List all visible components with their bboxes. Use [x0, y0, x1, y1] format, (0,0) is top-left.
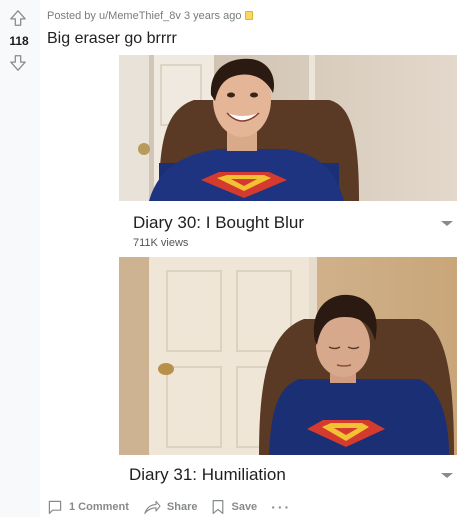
more-icon[interactable]: ··· [271, 500, 291, 514]
save-button[interactable]: Save [211, 499, 257, 515]
comments-button[interactable]: 1 Comment [47, 499, 129, 515]
share-button[interactable]: Share [143, 499, 198, 515]
video-info-two: Diary 31: Humiliation [119, 455, 457, 493]
video-title-one: Diary 30: I Bought Blur [133, 213, 305, 232]
bookmark-icon [213, 500, 224, 514]
vote-score: 118 [9, 34, 29, 48]
post-actions: 1 Comment Share Save ··· [47, 497, 305, 517]
save-label: Save [231, 501, 258, 513]
share-icon [144, 500, 161, 514]
post-image[interactable]: Diary 30: I Bought Blur 711K views Diary… [119, 55, 457, 493]
comments-label: 1 Comment [69, 501, 129, 513]
arrow-down-icon [10, 55, 26, 71]
author-line[interactable]: Posted by u/MemeThief_8v 3 years ago [47, 10, 241, 22]
caret-down-icon [441, 473, 453, 478]
arrow-up-icon [10, 10, 26, 26]
video-thumbnail-two [119, 257, 457, 455]
video-thumbnail-one [119, 55, 457, 201]
downvote-button[interactable] [8, 53, 28, 73]
post-meta: Posted by u/MemeThief_8v 3 years ago [47, 10, 254, 22]
video-title-two: Diary 31: Humiliation [129, 465, 286, 484]
share-label: Share [166, 501, 198, 513]
upvote-button[interactable] [8, 8, 28, 28]
caret-down-icon [441, 221, 453, 226]
award-icon[interactable] [245, 11, 254, 20]
comment-icon [48, 500, 62, 514]
vote-column: 118 [0, 0, 40, 517]
reddit-post: 118 Posted by u/MemeThief_8v 3 years ago… [0, 0, 457, 517]
post-title[interactable]: Big eraser go brrrr [47, 30, 177, 48]
video-views-one: 711K views [133, 237, 189, 249]
video-info-one: Diary 30: I Bought Blur 711K views [119, 201, 457, 257]
